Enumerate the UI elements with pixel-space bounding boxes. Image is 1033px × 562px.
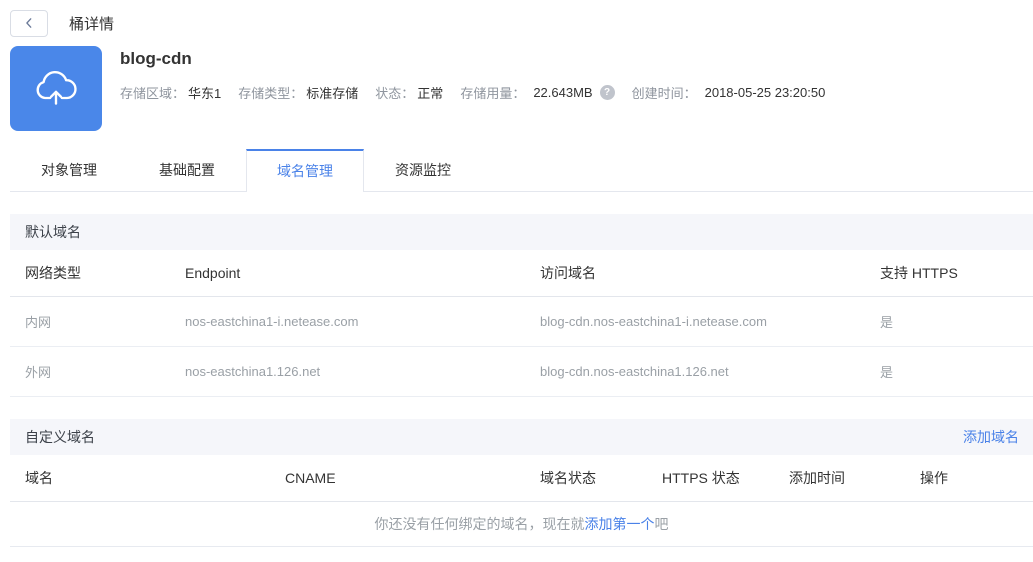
col-add-time: 添加时间 [789, 470, 845, 486]
table-row: 外网 nos-eastchina1.126.net blog-cdn.nos-e… [10, 347, 1033, 397]
col-network-type: 网络类型 [25, 265, 81, 281]
custom-domain-table-header: 域名 CNAME 域名状态 HTTPS 状态 添加时间 操作 [10, 455, 1033, 502]
col-endpoint: Endpoint [185, 265, 241, 281]
info-storage-usage: 存储用量： 22.643MB ? [460, 83, 615, 102]
access-domain-value: blog-cdn.nos-eastchina1.126.net [540, 364, 729, 379]
https-support-value: 是 [880, 315, 894, 330]
tab-domain-management[interactable]: 域名管理 [246, 149, 364, 192]
bucket-cloud-upload-icon [10, 46, 102, 131]
col-https-status: HTTPS 状态 [662, 470, 740, 486]
col-domain: 域名 [25, 470, 53, 486]
col-access-domain: 访问域名 [540, 265, 596, 281]
tab-basic-config[interactable]: 基础配置 [128, 149, 246, 191]
network-type-value: 外网 [25, 365, 52, 380]
default-domain-table-header: 网络类型 Endpoint 访问域名 支持 HTTPS [10, 250, 1033, 297]
back-button[interactable] [10, 9, 48, 37]
info-status: 状态： 正常 [375, 86, 444, 101]
add-domain-button[interactable]: 添加域名 [963, 427, 1019, 447]
bucket-info-line: 存储区域： 华东1 存储类型： 标准存储 状态： 正常 存储用量： 22.643… [120, 83, 842, 102]
custom-domain-table: 域名 CNAME 域名状态 HTTPS 状态 添加时间 操作 你还没有任何绑定的… [10, 455, 1033, 547]
table-row: 内网 nos-eastchina1-i.netease.com blog-cdn… [10, 297, 1033, 347]
default-domain-section-title: 默认域名 [25, 224, 81, 240]
default-domain-section-bar: 默认域名 [10, 214, 1033, 250]
access-domain-value: blog-cdn.nos-eastchina1-i.netease.com [540, 314, 767, 329]
info-create-time: 创建时间： 2018-05-25 23:20:50 [631, 85, 826, 101]
bucket-meta: blog-cdn 存储区域： 华东1 存储类型： 标准存储 状态： 正常 存储用… [120, 46, 842, 131]
col-domain-status: 域名状态 [540, 470, 596, 486]
bucket-header: blog-cdn 存储区域： 华东1 存储类型： 标准存储 状态： 正常 存储用… [10, 46, 1033, 131]
tab-object-management[interactable]: 对象管理 [10, 149, 128, 191]
default-domain-table: 网络类型 Endpoint 访问域名 支持 HTTPS 内网 nos-eastc… [10, 250, 1033, 397]
custom-domain-section-title: 自定义域名 [25, 429, 95, 445]
info-storage-region: 存储区域： 华东1 [120, 86, 222, 101]
endpoint-value: nos-eastchina1.126.net [185, 364, 321, 379]
add-first-domain-link[interactable]: 添加第一个 [585, 516, 655, 532]
info-storage-type: 存储类型： 标准存储 [238, 86, 359, 101]
endpoint-value: nos-eastchina1-i.netease.com [185, 314, 359, 329]
network-type-value: 内网 [25, 315, 52, 330]
https-support-value: 是 [880, 365, 894, 380]
help-question-icon[interactable]: ? [599, 85, 615, 100]
empty-state-text-suffix: 吧 [654, 516, 669, 532]
tab-resource-monitor[interactable]: 资源监控 [364, 149, 482, 191]
chevron-left-icon [22, 16, 36, 30]
col-actions: 操作 [920, 470, 948, 486]
empty-state: 你还没有任何绑定的域名，现在就添加第一个吧 [10, 502, 1033, 547]
bucket-name: blog-cdn [120, 49, 192, 68]
tab-bar: 对象管理 基础配置 域名管理 资源监控 [10, 149, 1033, 192]
bucket-detail-page: 桶详情 blog-cdn 存储区域： 华东1 存储类型： 标准存储 状态： 正常… [10, 0, 1033, 547]
custom-domain-section-bar: 自定义域名 添加域名 [10, 419, 1033, 455]
col-cname: CNAME [285, 470, 336, 486]
top-bar: 桶详情 [10, 0, 1033, 37]
col-https-support: 支持 HTTPS [880, 265, 958, 281]
empty-state-text: 你还没有任何绑定的域名，现在就 [374, 516, 585, 532]
page-title: 桶详情 [69, 15, 115, 33]
